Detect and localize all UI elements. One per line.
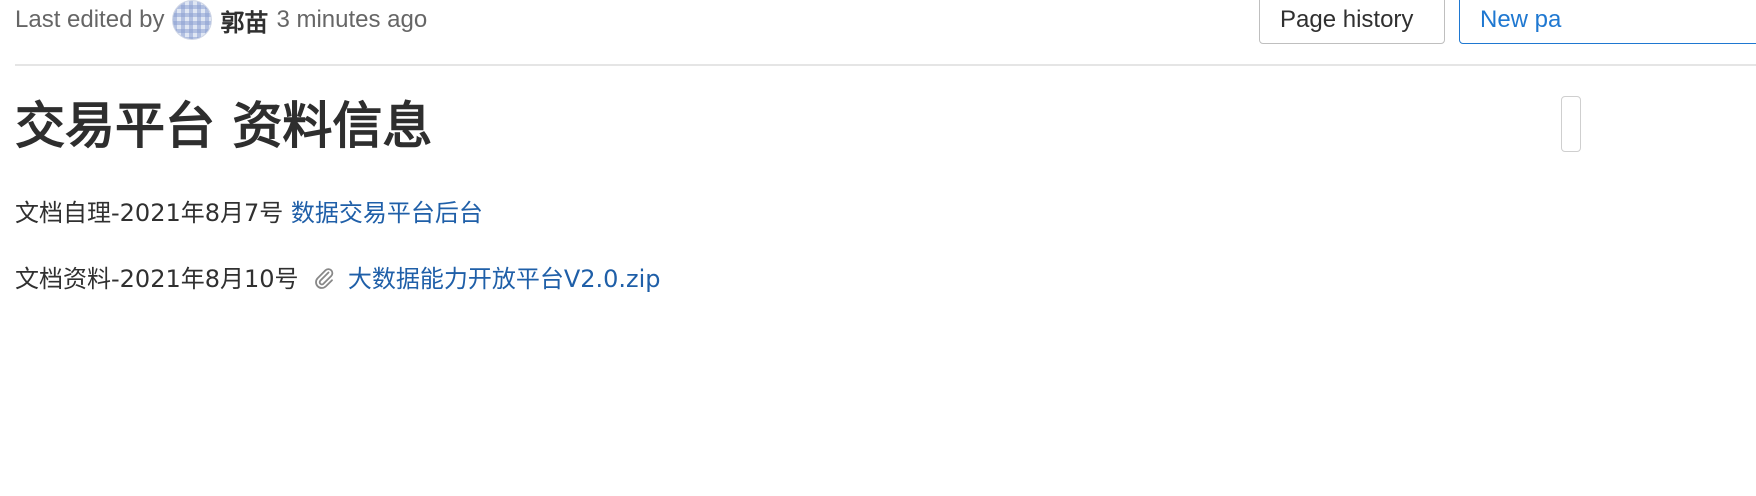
last-edited-prefix: Last edited by [15, 6, 165, 33]
author-name[interactable]: 郭苗 [220, 3, 268, 38]
attachment-link[interactable]: 大数据能力开放平台V2.0.zip [348, 265, 661, 293]
avatar[interactable] [172, 0, 213, 40]
side-control-edge[interactable] [1561, 96, 1581, 152]
content-line-docs: 文档自理-2021年8月7号 数据交易平台后台 [15, 193, 483, 228]
last-edited-info: Last edited by 郭苗 3 minutes ago [15, 0, 427, 40]
page-title: 交易平台 资料信息 [15, 97, 433, 155]
new-page-button[interactable]: New pa [1459, 0, 1756, 44]
edited-time: 3 minutes ago [276, 6, 428, 33]
wiki-page: Last edited by 郭苗 3 minutes ago Page his… [0, 0, 1756, 496]
content-line-attachment: 文档资料-2021年8月10号 大数据能力开放平台V2.0.zip [15, 259, 661, 296]
line-prefix: 文档自理-2021年8月7号 [15, 199, 284, 227]
header-divider [15, 64, 1756, 66]
line-prefix: 文档资料-2021年8月10号 [15, 265, 299, 293]
page-history-button[interactable]: Page history [1259, 0, 1445, 44]
paperclip-icon [312, 266, 336, 296]
backend-link[interactable]: 数据交易平台后台 [291, 199, 483, 227]
